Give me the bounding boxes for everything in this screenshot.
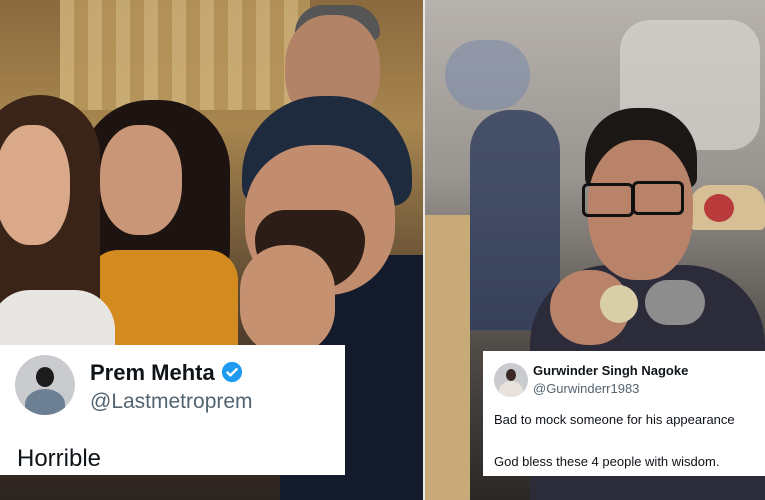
- avatar[interactable]: [494, 363, 528, 397]
- police-officer: [425, 215, 470, 500]
- tweet-text-line-2: God bless these 4 people with wisdom.: [494, 454, 720, 469]
- tweet-author-name[interactable]: Prem Mehta: [90, 360, 243, 386]
- avatar-head-shape: [506, 369, 516, 381]
- man-hand: [240, 245, 335, 355]
- tweet-text-line-1: Bad to mock someone for his appearance: [494, 412, 735, 427]
- avatar[interactable]: [15, 355, 75, 415]
- microphone: [645, 280, 705, 325]
- cap-badge: [704, 194, 734, 222]
- tweet-author-name[interactable]: Gurwinder Singh Nagoke: [533, 363, 688, 378]
- tweet-text: Horrible: [17, 445, 102, 472]
- glasses-right-lens: [632, 181, 684, 215]
- smiling-woman-face: [0, 125, 70, 245]
- avatar-body-shape: [499, 381, 523, 397]
- author-name-text: Prem Mehta: [90, 360, 215, 385]
- glasses-left-lens: [582, 183, 634, 217]
- tweet-author-handle[interactable]: @Lastmetroprem: [90, 390, 253, 414]
- medal: [600, 285, 638, 323]
- curtain: [60, 0, 310, 110]
- avatar-body-shape: [25, 389, 65, 415]
- avatar-head-shape: [36, 367, 54, 387]
- tweet-card-left[interactable]: Prem Mehta @Lastmetroprem Horrible: [0, 345, 345, 475]
- woman-face: [100, 125, 182, 235]
- tweet-card-right[interactable]: Gurwinder Singh Nagoke @Gurwinderr1983 B…: [483, 351, 765, 476]
- meme-composite: Prem Mehta @Lastmetroprem Horrible Gurwi…: [0, 0, 765, 500]
- crowd-blur: [445, 40, 530, 110]
- verified-badge-icon: [221, 361, 242, 383]
- tweet-author-handle[interactable]: @Gurwinderr1983: [533, 381, 639, 396]
